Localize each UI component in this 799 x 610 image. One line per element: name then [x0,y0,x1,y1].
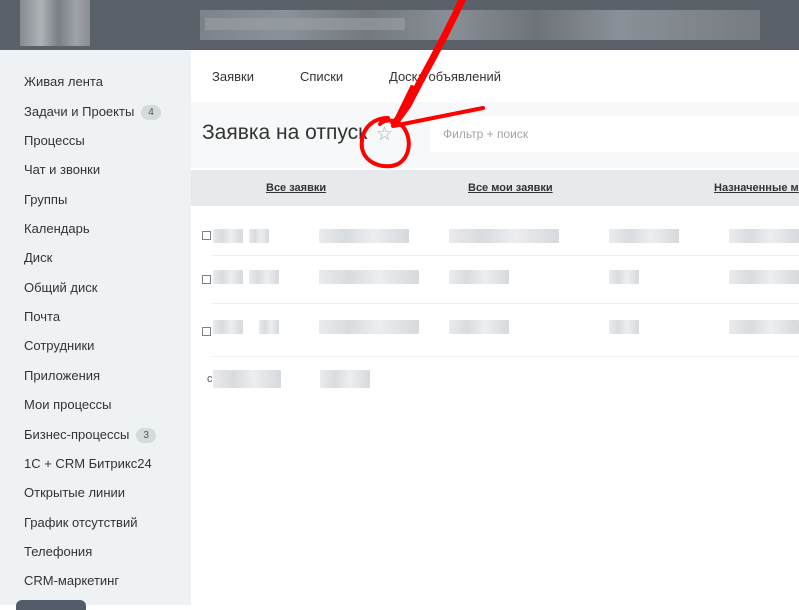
sidebar-item-calendar[interactable]: Календарь [24,218,90,240]
sidebar-item-label: Календарь [24,221,90,236]
top-navigation: Заявки Списки Доска объявлений [191,50,799,102]
row-divider [211,255,799,256]
column-assigned[interactable]: Назначенные м [714,182,799,194]
top-header [0,0,799,50]
sidebar: Живая лента Задачи и Проекты 4 Процессы Ч… [0,50,191,610]
row-checkbox[interactable] [202,231,211,240]
sidebar-item-label: Процессы [24,133,85,148]
blurred-cell [259,320,279,334]
blurred-cell [449,270,509,284]
sidebar-item-label: Живая лента [24,74,103,89]
sidebar-item-crm-marketing[interactable]: CRM-маркетинг [24,570,119,592]
sidebar-settings-button[interactable] [16,600,86,610]
blurred-cell [449,229,559,243]
counter-badge: 3 [136,427,156,443]
sidebar-item-my-processes[interactable]: Мои процессы [24,394,111,416]
blurred-footer [213,370,281,388]
sidebar-item-applications[interactable]: Приложения [24,365,100,387]
grid-header: Все заявки Все мои заявки Назначенные м [191,170,799,206]
blurred-cell [609,270,639,284]
blurred-cell [729,229,799,243]
sidebar-item-processes[interactable]: Процессы [24,130,85,152]
header-blurred-title [205,18,405,30]
row-divider [211,303,799,304]
blurred-cell [213,320,243,334]
blurred-cell [213,270,243,284]
blurred-cell [319,229,409,243]
sidebar-item-1c-crm[interactable]: 1С + CRM Битрикс24 [24,453,152,475]
sidebar-item-label: График отсутствий [24,515,138,530]
blurred-cell [319,320,419,334]
sidebar-item-disk[interactable]: Диск [24,247,52,269]
blurred-footer [320,370,370,388]
sidebar-item-tasks[interactable]: Задачи и Проекты 4 [24,101,161,123]
sidebar-item-live-feed[interactable]: Живая лента [24,71,103,93]
sidebar-item-employees[interactable]: Сотрудники [24,335,94,357]
page-title: Заявка на отпуск [202,121,368,144]
sidebar-item-label: Открытые линии [24,485,126,500]
sidebar-item-label: Общий диск [24,280,98,295]
title-bar: Заявка на отпуск ☆ [191,102,799,168]
counter-badge: 4 [141,104,161,120]
sidebar-item-shared-disk[interactable]: Общий диск [24,277,97,299]
blurred-cell [609,229,679,243]
sidebar-item-label: Мои процессы [24,397,112,412]
grid-footer-label: с [207,373,213,385]
blurred-cell [609,320,639,334]
sidebar-item-label: Почта [24,309,61,324]
sidebar-item-label: Бизнес-процессы [24,427,130,442]
sidebar-item-label: CRM-маркетинг [24,573,120,588]
sidebar-item-absence-chart[interactable]: График отсутствий [24,512,137,534]
tab-requests[interactable]: Заявки [212,69,254,84]
star-icon[interactable]: ☆ [376,123,393,146]
sidebar-item-telephony[interactable]: Телефония [24,541,92,563]
blurred-cell [729,320,799,334]
sidebar-item-open-lines[interactable]: Открытые линии [24,482,125,504]
sidebar-item-groups[interactable]: Группы [24,189,67,211]
sidebar-item-label: Чат и звонки [24,162,101,177]
tab-bulletin-board[interactable]: Доска объявлений [389,69,501,84]
sidebar-item-mail[interactable]: Почта [24,306,60,328]
sidebar-item-label: Группы [24,192,68,207]
tab-lists[interactable]: Списки [300,69,343,84]
blurred-cell [319,270,419,284]
sidebar-item-label: Задачи и Проекты [24,104,135,119]
row-checkbox[interactable] [202,275,211,284]
sidebar-item-label: Диск [24,250,53,265]
column-my-requests[interactable]: Все мои заявки [468,182,553,194]
sidebar-item-label: 1С + CRM Битрикс24 [24,456,152,471]
sidebar-item-label: Приложения [24,368,101,383]
sidebar-item-business-processes[interactable]: Бизнес-процессы 3 [24,424,156,446]
blurred-cell [249,229,269,243]
sidebar-item-label: Сотрудники [24,338,95,353]
sidebar-item-label: Телефония [24,544,93,559]
row-divider [211,356,799,357]
blurred-cell [729,270,799,284]
column-all-requests[interactable]: Все заявки [266,182,326,194]
blurred-cell [249,270,279,284]
blurred-cell [213,229,243,243]
sidebar-item-chat[interactable]: Чат и звонки [24,159,100,181]
search-input[interactable] [430,116,799,152]
row-checkbox[interactable] [202,327,211,336]
blurred-cell [449,320,509,334]
avatar[interactable] [20,0,90,46]
grid-body [191,206,799,366]
